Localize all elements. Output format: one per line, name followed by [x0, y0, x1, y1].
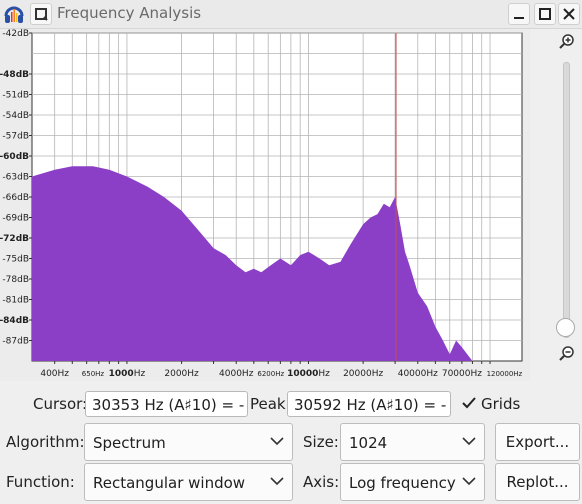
- minimize-button[interactable]: [508, 3, 530, 25]
- db-tick-label: -72dB: [0, 234, 29, 244]
- algorithm-select[interactable]: Spectrum: [84, 423, 293, 461]
- audacity-app-icon: [4, 6, 24, 23]
- function-label: Function:: [6, 473, 75, 491]
- db-tick-label: -81dB: [2, 296, 29, 306]
- chevron-down-icon: [462, 477, 476, 486]
- spectrum-plot-panel[interactable]: -42dB -48dB -51dB -54dB -57dB -60dB -63dB -66dB…: [0, 29, 530, 381]
- frequency-axis: 400Hz 650Hz 1000Hz 2000Hz 4000Hz 6200Hz 10000H…: [40, 361, 523, 379]
- db-tick-label: -87dB: [2, 337, 29, 347]
- minimize-icon: [514, 17, 524, 19]
- db-tick-label: -69dB: [2, 214, 29, 224]
- grids-checkbox[interactable]: [461, 395, 477, 411]
- chevron-down-icon: [270, 437, 284, 446]
- db-tick-label: -57dB: [2, 132, 29, 142]
- axis-select[interactable]: Log frequency: [340, 463, 485, 501]
- cursor-label: Cursor:: [33, 395, 88, 413]
- title-bar: Frequency Analysis: [0, 0, 582, 29]
- zoom-out-icon[interactable]: [558, 344, 576, 362]
- size-select[interactable]: 1024: [340, 423, 485, 461]
- grids-label: Grids: [481, 395, 521, 413]
- window-menu-button[interactable]: [30, 3, 52, 25]
- axis-value: Log frequency: [349, 474, 456, 492]
- frequency-tick-label: 1000Hz: [109, 369, 146, 379]
- window-title: Frequency Analysis: [57, 4, 202, 22]
- frequency-tick-label: 10000Hz: [287, 369, 330, 379]
- db-tick-label: -63dB: [2, 173, 29, 183]
- db-tick-label: -42dB: [2, 29, 29, 39]
- db-tick-label: -54dB: [2, 111, 29, 121]
- maximize-button[interactable]: [534, 3, 556, 25]
- axis-label: Axis:: [303, 473, 340, 491]
- cursor-value-field[interactable]: 30353 Hz (A♯10) = -: [85, 391, 248, 417]
- frequency-tick-label: 2000Hz: [164, 369, 199, 379]
- db-tick-label: -75dB: [2, 255, 29, 265]
- maximize-icon: [539, 8, 551, 20]
- peak-label: Peak:: [250, 395, 291, 413]
- algorithm-value: Spectrum: [93, 434, 166, 452]
- db-axis: -42dB -48dB -51dB -54dB -57dB -60dB -63dB -66dB…: [0, 29, 32, 347]
- chevron-down-icon: [270, 477, 284, 486]
- peak-value-field[interactable]: 30592 Hz (A♯10) = -: [287, 391, 451, 417]
- replot-button[interactable]: Replot...: [495, 463, 580, 501]
- frequency-tick-label: 400Hz: [40, 369, 69, 379]
- function-select[interactable]: Rectangular window: [84, 463, 293, 501]
- db-tick-label: -78dB: [2, 275, 29, 285]
- spectrum-plot[interactable]: -42dB -48dB -51dB -54dB -57dB -60dB -63dB -66dB…: [0, 29, 530, 381]
- chevron-down-icon: [462, 437, 476, 446]
- frequency-tick-label: 40000Hz: [398, 369, 438, 379]
- frequency-tick-label: 120000Hz: [487, 370, 523, 378]
- size-label: Size:: [303, 433, 339, 451]
- db-tick-label: -60dB: [0, 152, 29, 162]
- export-button[interactable]: Export...: [495, 423, 580, 461]
- close-icon: [563, 8, 575, 20]
- algorithm-label: Algorithm:: [6, 433, 85, 451]
- function-value: Rectangular window: [93, 474, 246, 492]
- size-value: 1024: [349, 434, 388, 452]
- pin-icon: [35, 8, 48, 21]
- db-tick-label: -51dB: [2, 91, 29, 101]
- frequency-tick-label: 650Hz: [82, 370, 105, 378]
- zoom-slider-handle[interactable]: [556, 318, 575, 337]
- zoom-slider-track[interactable]: [563, 62, 570, 338]
- frequency-tick-label: 20000Hz: [343, 369, 383, 379]
- close-button[interactable]: [558, 3, 580, 25]
- frequency-tick-label: 6200Hz: [257, 370, 284, 378]
- frequency-tick-label: 70000Hz: [442, 369, 482, 379]
- frequency-tick-label: 4000Hz: [219, 369, 254, 379]
- db-tick-label: -48dB: [0, 70, 29, 80]
- db-tick-label: -84dB: [0, 316, 29, 326]
- db-tick-label: -66dB: [2, 193, 29, 203]
- zoom-in-icon[interactable]: [558, 32, 576, 50]
